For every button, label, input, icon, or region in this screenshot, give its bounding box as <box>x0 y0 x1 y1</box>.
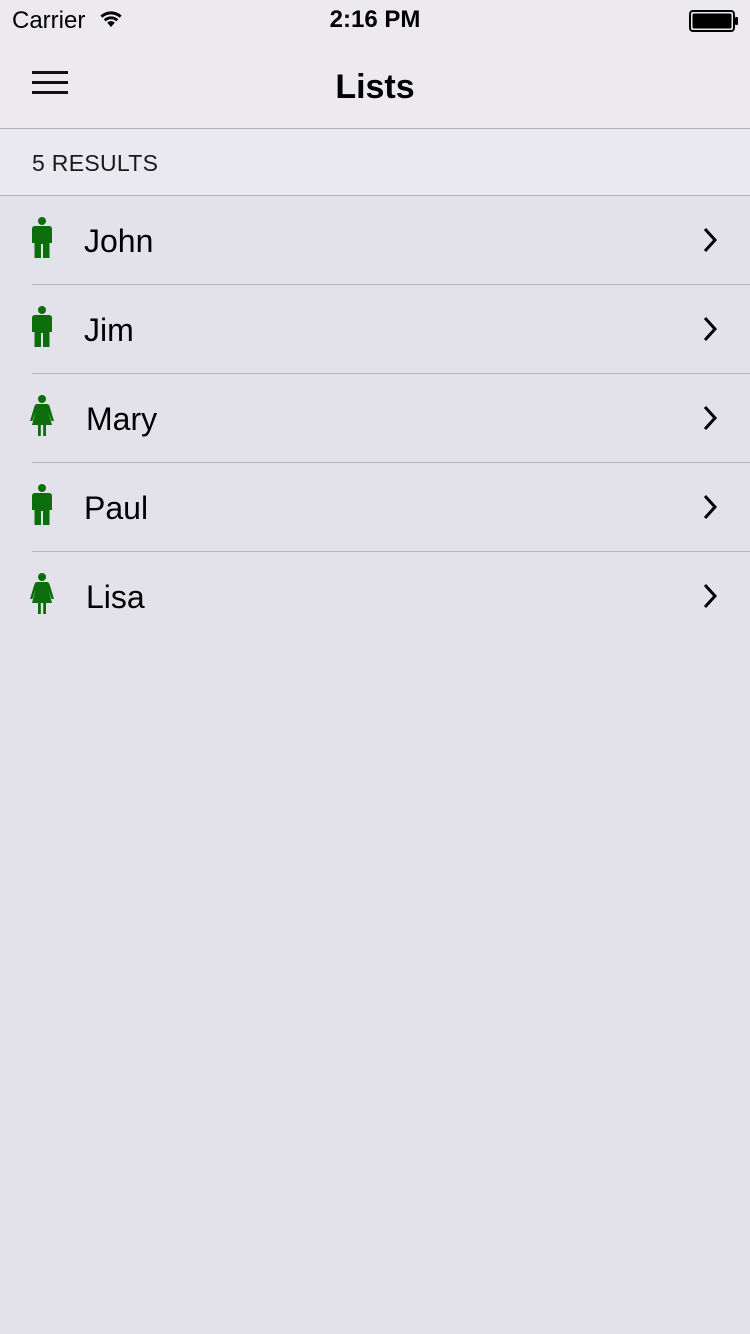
list-item-label: Lisa <box>86 579 145 615</box>
female-person-icon <box>30 573 54 614</box>
chevron-right-icon <box>703 316 718 342</box>
battery-full-icon <box>689 10 739 32</box>
list-item-label: Jim <box>84 312 134 348</box>
chevron-right-icon <box>703 494 718 520</box>
male-person-icon <box>32 306 52 347</box>
list-item-mary[interactable]: Mary <box>0 374 750 463</box>
list-item-lisa[interactable]: Lisa <box>0 552 750 641</box>
status-time: 2:16 PM <box>329 6 421 33</box>
people-list: John Jim Mary Paul Lisa <box>0 196 750 641</box>
list-item-label: Mary <box>86 401 158 437</box>
list-item-label: John <box>84 223 154 259</box>
list-item-john[interactable]: John <box>0 196 750 285</box>
male-person-icon <box>32 217 52 258</box>
results-section-header: 5 RESULTS <box>0 129 750 196</box>
navigation-bar: Lists <box>0 40 750 129</box>
list-item-paul[interactable]: Paul <box>0 463 750 552</box>
list-item-label: Paul <box>84 490 149 526</box>
chevron-right-icon <box>703 583 718 609</box>
page-title: Lists <box>335 68 415 106</box>
status-bar: Carrier 2:16 PM <box>0 0 750 40</box>
results-count-label: 5 RESULTS <box>32 150 159 176</box>
chevron-right-icon <box>703 227 718 253</box>
list-item-jim[interactable]: Jim <box>0 285 750 374</box>
chevron-right-icon <box>703 405 718 431</box>
female-person-icon <box>30 395 54 436</box>
male-person-icon <box>32 484 52 525</box>
